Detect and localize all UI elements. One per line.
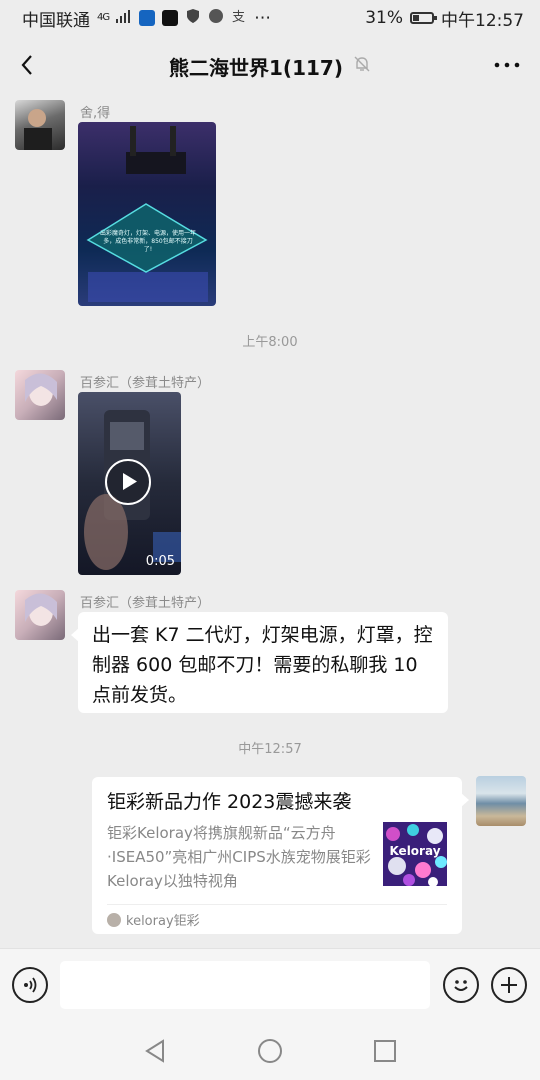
network-label: 4G — [97, 12, 110, 23]
more-functions-button[interactable] — [491, 967, 527, 1003]
app-notification-icon — [139, 10, 156, 26]
battery-icon — [410, 12, 437, 24]
square-recents-icon — [374, 1040, 396, 1062]
play-icon — [123, 473, 137, 490]
more-options-button[interactable] — [492, 52, 522, 78]
image-caption: 出彩魔奇灯，灯架、电源，使用一年多，成色非常新，850包邮不接刀了! — [100, 230, 197, 253]
timestamp: 中午12:57 — [238, 742, 302, 757]
thumbnail-logo-text: Keloray — [389, 844, 441, 858]
message-text: 出一套 K7 二代灯，灯架电源，灯罩，控制器 600 包邮不刀！需要的私聊我 1… — [92, 624, 433, 706]
system-nav-bar — [0, 1024, 540, 1080]
link-card-message[interactable]: 钜彩新品力作 2023震撼来袭 钜彩Keloray将携旗舰新品“云方舟·ISEA… — [92, 777, 469, 934]
carrier-label: 中国联通 — [22, 10, 90, 31]
nav-back-button[interactable] — [140, 1036, 170, 1066]
emoji-button[interactable] — [443, 967, 479, 1003]
svg-text:支: 支 — [232, 10, 245, 24]
link-card-divider — [107, 904, 447, 905]
battery-percent: 31% — [365, 8, 403, 28]
video-duration: 0:05 — [145, 554, 175, 569]
avatar[interactable] — [15, 590, 65, 640]
triangle-back-icon — [145, 1039, 164, 1063]
message-input[interactable] — [60, 961, 430, 1009]
link-card-description: 钜彩Keloray将携旗舰新品“云方舟·ISEA50”亮相广州CIPS水族宠物展… — [107, 824, 371, 890]
back-button[interactable] — [14, 50, 44, 80]
nav-recents-button[interactable] — [370, 1036, 400, 1066]
sender-name: 百参汇（参茸土特产） — [80, 596, 211, 611]
status-bar: 中国联通 4G 支 ⋯ 31% 中午12:57 — [0, 0, 540, 36]
sphere-icon — [208, 8, 224, 29]
clock: 中午12:57 — [441, 10, 524, 31]
my-avatar[interactable] — [476, 776, 526, 826]
source-name: keloray钜彩 — [126, 914, 200, 929]
mute-bell-icon — [353, 54, 371, 78]
source-logo-icon — [107, 912, 121, 927]
image-message[interactable]: 出彩魔奇灯，灯架、电源，使用一年多，成色非常新，850包邮不接刀了! — [78, 122, 216, 306]
avatar[interactable] — [15, 100, 65, 150]
tiktok-icon — [162, 10, 179, 26]
voice-input-button[interactable] — [12, 967, 48, 1003]
link-card-thumbnail: Keloray — [383, 822, 447, 886]
signal-icon — [116, 8, 132, 28]
link-card-source: keloray钜彩 — [107, 910, 200, 929]
shield-icon — [185, 8, 201, 29]
circle-home-icon — [258, 1039, 282, 1063]
alipay-icon: 支 — [231, 8, 247, 29]
ellipsis-icon — [494, 62, 520, 68]
play-button[interactable] — [105, 459, 151, 505]
more-notifications-icon: ⋯ — [254, 8, 272, 28]
sender-name: 舍,得 — [80, 106, 111, 121]
chat-header: 熊二海世界1(117) — [0, 36, 540, 96]
video-message[interactable]: 0:05 — [78, 392, 181, 575]
text-message[interactable]: 出一套 K7 二代灯，灯架电源，灯罩，控制器 600 包邮不刀！需要的私聊我 1… — [71, 612, 448, 713]
sender-name: 百参汇（参茸土特产） — [80, 376, 211, 391]
chat-title: 熊二海世界1(117) — [169, 55, 343, 80]
avatar[interactable] — [15, 370, 65, 420]
link-card-title: 钜彩新品力作 2023震撼来袭 — [107, 791, 352, 813]
smiley-icon — [454, 980, 468, 991]
nav-home-button[interactable] — [255, 1036, 285, 1066]
plus-icon — [501, 977, 517, 993]
timestamp: 上午8:00 — [242, 335, 298, 350]
chevron-left-icon — [21, 55, 32, 75]
voice-icon — [24, 977, 37, 993]
input-bar — [0, 948, 540, 1024]
